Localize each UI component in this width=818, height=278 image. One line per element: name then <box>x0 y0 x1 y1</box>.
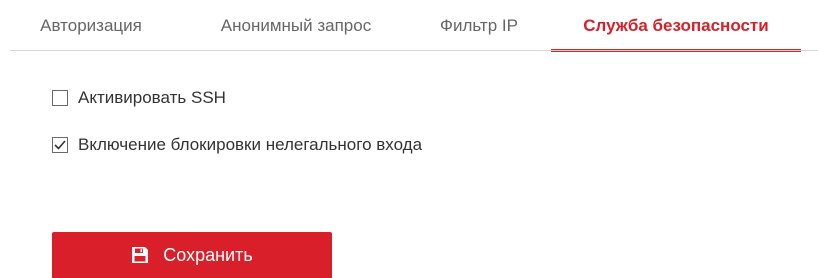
tab-bar: Авторизация Анонимный запрос Фильтр IP С… <box>0 0 818 52</box>
enable-ssh-label: Активировать SSH <box>78 88 226 107</box>
save-button[interactable]: Сохранить <box>52 232 332 278</box>
checkmark-icon <box>54 140 66 150</box>
tab-bar-divider <box>10 50 818 51</box>
tab-authorization[interactable]: Авторизация <box>10 0 172 52</box>
tab-ip-filter[interactable]: Фильтр IP <box>420 0 538 52</box>
enable-ssh-checkbox[interactable] <box>52 90 68 106</box>
option-enable-ssh: Активировать SSH <box>52 86 226 110</box>
floppy-disk-icon <box>131 246 149 264</box>
tab-security-service[interactable]: Служба безопасности <box>551 0 801 52</box>
tab-anonymous-request[interactable]: Анонимный запрос <box>190 0 402 52</box>
illegal-login-lock-label: Включение блокировки нелегального входа <box>78 135 423 154</box>
option-illegal-login-lock: Включение блокировки нелегального входа <box>52 133 422 157</box>
illegal-login-lock-checkbox[interactable] <box>52 137 68 153</box>
save-button-label: Сохранить <box>163 244 253 265</box>
